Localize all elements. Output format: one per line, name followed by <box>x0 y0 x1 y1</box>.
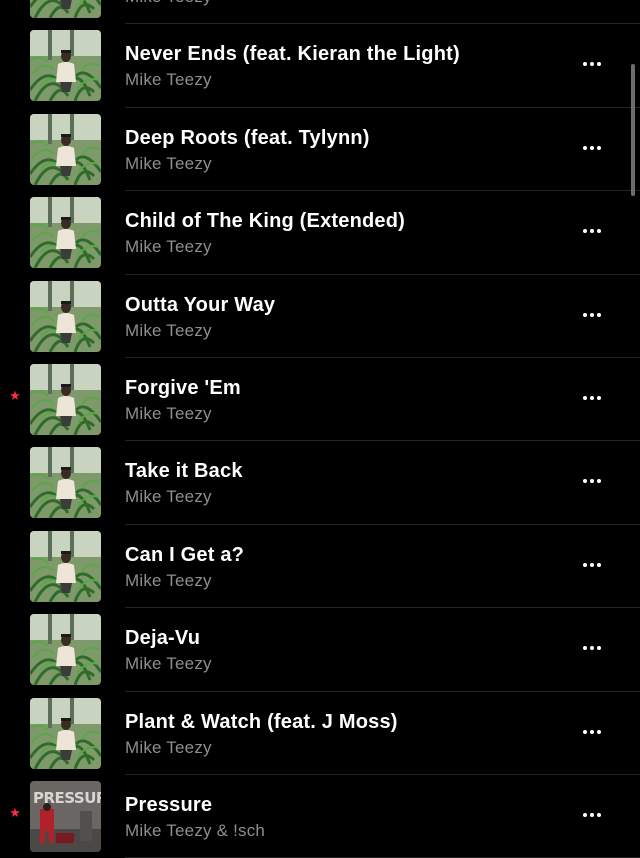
more-dot <box>597 229 601 234</box>
more-dot <box>583 562 587 567</box>
album-art <box>30 697 101 769</box>
more-dot <box>590 812 594 817</box>
more-dot <box>597 646 601 651</box>
album-art <box>30 280 101 352</box>
more-dot <box>583 812 587 817</box>
more-options-button[interactable] <box>578 638 606 658</box>
track-title: Outta Your Way <box>125 293 276 316</box>
more-options-button[interactable] <box>578 305 606 325</box>
more-dot <box>590 312 594 317</box>
scrollbar[interactable] <box>631 64 635 196</box>
more-dot <box>590 395 594 400</box>
more-options-button[interactable] <box>578 805 606 825</box>
track-row[interactable]: Deep Roots (feat. Tylynn) Mike Teezy <box>0 108 640 192</box>
more-options-button[interactable] <box>578 555 606 575</box>
track-row[interactable]: Child of The King (Extended) Mike Teezy <box>0 191 640 275</box>
more-dot <box>590 646 594 651</box>
album-art <box>30 0 101 18</box>
track-artist: Mike Teezy & !sch <box>125 820 266 840</box>
track-title: Child of The King (Extended) <box>125 210 406 233</box>
track-row[interactable]: Take it Back Mike Teezy <box>0 441 640 525</box>
track-row[interactable]: Plant & Watch (feat. J Moss) Mike Teezy <box>0 692 640 775</box>
track-artist: Mike Teezy <box>125 570 212 590</box>
track-row[interactable]: Can I Get a? Mike Teezy <box>0 525 640 609</box>
track-title: Deja-Vu <box>125 627 201 650</box>
album-art <box>30 530 101 602</box>
more-dot <box>590 145 594 150</box>
album-art <box>30 113 101 185</box>
svg-text:PRESSURE: PRESSURE <box>33 789 101 807</box>
track-artist: Mike Teezy <box>125 0 212 7</box>
track-title: Plant & Watch (feat. J Moss) <box>125 710 398 733</box>
more-options-button[interactable] <box>578 138 606 158</box>
album-art <box>30 447 101 519</box>
track-row[interactable]: Deja-Vu Mike Teezy <box>0 608 640 692</box>
track-row[interactable]: Never Ends (feat. Kieran the Light) Mike… <box>0 24 640 108</box>
track-title: Take it Back <box>125 460 243 483</box>
album-art-pressure: PRESSURE PRESSURE <box>30 780 101 852</box>
track-title: Never Ends (feat. Kieran the Light) <box>125 43 460 66</box>
more-options-button[interactable] <box>578 388 606 408</box>
track-artist: Mike Teezy <box>125 654 212 674</box>
more-dot <box>597 62 601 67</box>
more-dot <box>590 729 594 734</box>
more-dot <box>597 729 601 734</box>
more-dot <box>583 729 587 734</box>
track-artist: Mike Teezy <box>125 737 212 757</box>
more-options-button[interactable] <box>578 221 606 241</box>
more-dot <box>590 229 594 234</box>
more-dot <box>583 312 587 317</box>
more-dot <box>597 395 601 400</box>
track-artist: Mike Teezy <box>125 487 212 507</box>
star-icon: ★ <box>9 387 21 403</box>
track-artist: Mike Teezy <box>125 153 212 173</box>
more-dot <box>583 145 587 150</box>
track-row[interactable]: Mike Teezy Mike Teezy <box>0 0 640 25</box>
album-art <box>30 30 101 102</box>
more-dot <box>590 62 594 67</box>
star-icon: ★ <box>9 804 21 820</box>
album-art <box>30 363 101 435</box>
more-dot <box>597 145 601 150</box>
track-artist: Mike Teezy <box>125 70 212 90</box>
more-dot <box>597 312 601 317</box>
more-dot <box>590 562 594 567</box>
more-dot <box>597 562 601 567</box>
more-dot <box>590 479 594 484</box>
track-title: Pressure <box>125 793 213 816</box>
more-dot <box>583 395 587 400</box>
album-art <box>30 197 101 269</box>
album-art <box>30 614 101 686</box>
more-options-button[interactable] <box>578 54 606 74</box>
more-dot <box>597 812 601 817</box>
more-dot <box>583 62 587 67</box>
track-title: Forgive 'Em <box>125 376 241 399</box>
more-dot <box>583 229 587 234</box>
more-dot <box>583 646 587 651</box>
track-title: Deep Roots (feat. Tylynn) <box>125 126 370 149</box>
track-row[interactable]: ★ Forgive 'Em Mike Teezy <box>0 358 640 442</box>
more-options-button[interactable] <box>578 722 606 742</box>
more-dot <box>583 479 587 484</box>
more-options-button[interactable] <box>578 471 606 491</box>
track-artist: Mike Teezy <box>125 403 212 423</box>
more-dot <box>597 479 601 484</box>
track-row[interactable]: ★ PRESSURE PRESSURE Pressure Mike Teezy … <box>0 775 640 858</box>
track-row[interactable]: Outta Your Way Mike Teezy <box>0 275 640 358</box>
track-title: Can I Get a? <box>125 543 245 566</box>
track-artist: Mike Teezy <box>125 320 212 340</box>
track-artist: Mike Teezy <box>125 237 212 257</box>
track-list: Mike Teezy Mike Teezy <box>0 0 640 858</box>
